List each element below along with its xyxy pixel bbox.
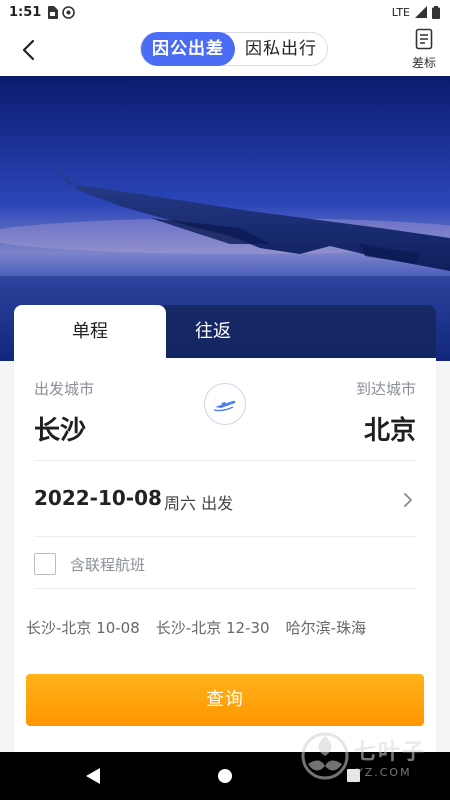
departure-date-row[interactable]: 2022-10-08 周六 出发 — [14, 462, 436, 538]
system-nav-bar — [0, 752, 450, 800]
departure-city-label: 出发城市 — [34, 380, 95, 398]
history-item[interactable]: 哈尔滨-珠海 — [286, 617, 366, 638]
divider — [34, 536, 416, 537]
flight-search-card: 出发城市 长沙 到达城市 北京 2022-10-08 周六 出发 含联程航班 长… — [14, 358, 436, 758]
network-type: LTE — [391, 5, 410, 19]
departure-weekday: 周六 出发 — [164, 494, 234, 513]
departure-date: 2022-10-08 — [34, 486, 162, 510]
swap-cities-button[interactable] — [204, 383, 246, 425]
nav-back-icon[interactable] — [86, 768, 100, 784]
trip-type-switch: 因公出差 因私出行 — [140, 32, 328, 66]
flight-search-screen: 1:51 LTE 因公出差 因私出行 差标 单程 往返 出发城市 长沙 到达城市… — [0, 0, 450, 800]
connecting-flights-option[interactable]: 含联程航班 — [34, 551, 145, 577]
divider — [34, 588, 416, 589]
chevron-right-icon — [404, 493, 412, 507]
tab-round-trip[interactable]: 往返 — [150, 305, 276, 359]
status-time: 1:51 — [9, 4, 42, 20]
status-right: LTE — [392, 0, 440, 24]
top-header: 因公出差 因私出行 差标 — [0, 24, 450, 76]
connecting-flights-checkbox[interactable] — [34, 553, 56, 575]
sync-icon — [62, 5, 76, 19]
travel-standard-label: 差标 — [411, 56, 436, 70]
nav-home-icon[interactable] — [218, 769, 232, 783]
arrival-city-label: 到达城市 — [355, 380, 416, 398]
history-item[interactable]: 长沙-北京 10-08 — [26, 617, 140, 638]
status-notification-icons — [47, 5, 76, 19]
tab-one-way[interactable]: 单程 — [14, 305, 166, 361]
signal-icon — [415, 6, 427, 18]
personal-trip-tab[interactable]: 因私出行 — [235, 33, 327, 65]
sim-card-icon — [48, 5, 59, 19]
search-history: 长沙-北京 10-08 长沙-北京 12-30 哈尔滨-珠海 — [26, 617, 366, 638]
history-item[interactable]: 长沙-北京 12-30 — [156, 617, 270, 638]
travel-standard-button[interactable]: 差标 — [408, 28, 440, 71]
back-button[interactable] — [18, 38, 42, 62]
search-button[interactable]: 查询 — [26, 674, 424, 726]
departure-city[interactable]: 长沙 — [34, 410, 86, 447]
status-bar: 1:51 LTE — [0, 0, 450, 24]
connecting-flights-label: 含联程航班 — [70, 555, 146, 574]
airplane-icon — [213, 400, 236, 412]
arrival-city[interactable]: 北京 — [364, 410, 416, 447]
battery-icon — [432, 5, 440, 19]
chevron-left-icon — [22, 39, 35, 61]
nav-recent-icon[interactable] — [347, 769, 360, 782]
business-trip-tab[interactable]: 因公出差 — [141, 32, 235, 66]
document-icon — [415, 28, 433, 50]
divider — [34, 460, 416, 461]
